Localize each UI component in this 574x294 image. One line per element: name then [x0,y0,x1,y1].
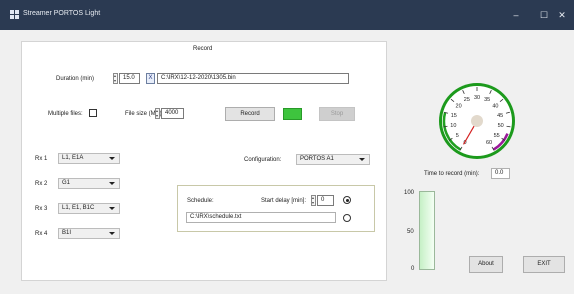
configuration-label: Configuration: [244,157,282,163]
channel-label: Rx 1 [35,156,48,162]
schedule-label: Schedule: [187,198,214,204]
duration-spinner-icon[interactable] [113,73,118,84]
channel-select-3[interactable]: L1, E1, B1C [58,203,120,214]
recording-led-indicator [283,108,302,120]
file-size-spinner-icon[interactable] [155,108,160,119]
record-button[interactable]: Record [225,107,275,121]
start-delay-spinner-icon[interactable] [311,195,316,206]
schedule-file-input[interactable]: C:\IRX\schedule.txt [186,212,336,223]
gauge-tick-label: 55 [494,133,500,139]
configuration-select[interactable]: PORTOS A1 [296,154,370,165]
channel-select-4[interactable]: B1I [58,228,120,239]
title-bar: Streamer PORTOS Light – ☐ ✕ [0,0,574,30]
minimize-button[interactable]: – [502,6,530,24]
channel-label: Rx 4 [35,231,48,237]
schedule-file-radio[interactable] [343,214,351,222]
stop-button[interactable]: Stop [319,107,355,121]
chevron-down-icon [109,157,115,160]
channel-value: L1, E1A [62,155,84,161]
window-title: Streamer PORTOS Light [23,10,101,17]
channel-label: Rx 3 [35,206,48,212]
gauge-tick-label: 10 [450,123,456,129]
gauge-tick-label: 60 [486,140,492,146]
level-tick-label: 50 [407,229,414,235]
gauge-tick-label: 20 [456,104,462,110]
gauge-tick-label: 50 [498,123,504,129]
record-heading: Record [193,46,213,52]
gauge-tick-label: 25 [464,97,470,103]
channel-value: L1, E1, B1C [62,205,95,211]
elapsed-time-gauge: 051015202530354045505560 [439,83,515,159]
gauge-tick-label: 5 [456,133,459,139]
file-size-input[interactable]: 4000 [161,108,184,119]
time-to-record-value: 0.0 [491,168,510,179]
gauge-tick-label: 30 [474,95,480,101]
file-path-input[interactable]: C:\IRX\12-12-2020\1305.bin [157,73,349,84]
channel-value: B1I [62,230,72,236]
record-panel: Record Duration (min) 15.0 X C:\IRX\12-1… [21,41,387,281]
chevron-down-icon [109,232,115,235]
chevron-down-icon [109,207,115,210]
time-to-record-label: Time to record (min): [424,171,480,177]
start-delay-input[interactable]: 0 [317,195,334,206]
level-tick-label: 100 [404,190,415,196]
app-grid-icon [10,10,19,19]
multiple-files-checkbox[interactable] [89,109,97,117]
multiple-files-label: Multiple files: [48,111,83,117]
chevron-down-icon [359,158,365,161]
duration-label: Duration (min) [56,76,95,82]
channel-select-2[interactable]: G1 [58,178,120,189]
duration-input[interactable]: 15.0 [119,73,140,84]
close-button[interactable]: ✕ [548,6,574,24]
gauge-tick-label: 40 [492,104,498,110]
chevron-down-icon [109,182,115,185]
schedule-group: Schedule: Start delay [min]: 0 C:\IRX\sc… [177,185,375,232]
about-button[interactable]: About [469,256,503,273]
clear-path-button[interactable]: X [146,73,155,84]
gauge-tick-label: 15 [451,113,457,119]
level-tick-label: 0 [411,266,415,272]
channel-label: Rx 2 [35,181,48,187]
gauge-tick-label: 45 [497,113,503,119]
exit-button[interactable]: EXIT [523,256,565,273]
channel-select-1[interactable]: L1, E1A [58,153,120,164]
channel-value: G1 [62,180,71,186]
start-delay-radio[interactable] [343,196,351,204]
start-delay-label: Start delay [min]: [261,198,307,204]
configuration-value: PORTOS A1 [300,156,334,162]
client-area: Record Duration (min) 15.0 X C:\IRX\12-1… [0,30,574,294]
level-meter [419,191,435,270]
gauge-tick-label: 35 [484,97,490,103]
gauge-hub [471,115,483,127]
